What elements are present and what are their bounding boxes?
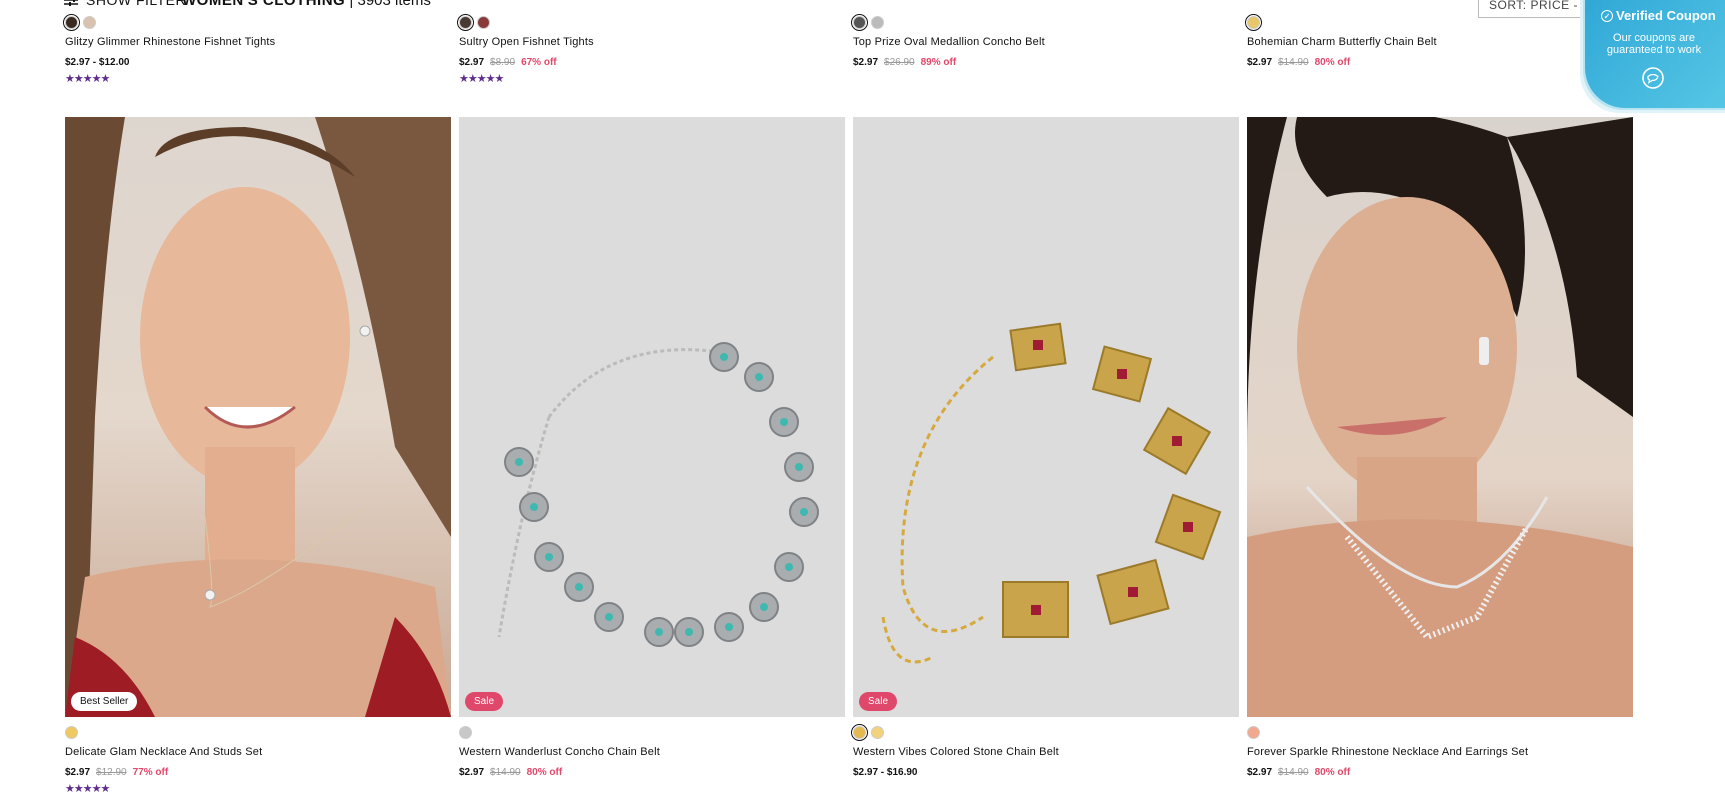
- color-swatches: [457, 14, 845, 31]
- product-name[interactable]: Western Vibes Colored Stone Chain Belt: [853, 746, 1239, 758]
- sale-badge: Sale: [465, 692, 504, 711]
- product-card[interactable]: Western Wanderlust Concho Chain Belt $2.…: [459, 726, 845, 778]
- color-swatch[interactable]: [83, 16, 96, 29]
- model-necklace-photo: [65, 117, 451, 717]
- product-name[interactable]: Top Prize Oval Medallion Concho Belt: [853, 36, 1239, 48]
- color-swatches: [851, 724, 1239, 741]
- color-swatches: [65, 726, 451, 740]
- product-card[interactable]: Bohemian Charm Butterfly Chain Belt $2.9…: [1245, 14, 1633, 68]
- color-swatch[interactable]: [457, 14, 474, 31]
- price-row: $2.97 $26.90 89% off: [853, 57, 1239, 68]
- discount-percent: 89% off: [920, 57, 957, 68]
- color-swatches: [63, 14, 451, 31]
- product-price: $2.97 - $12.00: [65, 57, 130, 68]
- original-price: $8.90: [490, 57, 516, 68]
- product-name[interactable]: Glitzy Glimmer Rhinestone Fishnet Tights: [65, 36, 451, 48]
- product-price: $2.97: [1247, 767, 1273, 778]
- product-image[interactable]: Best Seller: [65, 117, 451, 717]
- discount-percent: 80% off: [1314, 57, 1351, 68]
- discount-percent: 67% off: [521, 57, 557, 68]
- color-swatch[interactable]: [477, 16, 490, 29]
- item-count: 3903 items: [357, 0, 431, 9]
- product-name[interactable]: Delicate Glam Necklace And Studs Set: [65, 746, 451, 758]
- product-price: $2.97: [65, 767, 91, 778]
- star-rating: ★★★★★: [65, 783, 110, 795]
- model-rhinestone-necklace-photo: [1247, 117, 1633, 717]
- color-swatch[interactable]: [871, 16, 884, 29]
- coupon-subtitle: Our coupons are guaranteed to work: [1606, 32, 1702, 56]
- product-price: $2.97 - $16.90: [853, 767, 918, 778]
- toolbar: SHOW FILTER WOMEN'S CLOTHING | 3903 item…: [0, 0, 1725, 18]
- discount-percent: 77% off: [132, 767, 169, 778]
- discount-percent: 80% off: [526, 767, 563, 778]
- color-swatches: [1247, 726, 1633, 740]
- product-card[interactable]: Forever Sparkle Rhinestone Necklace And …: [1247, 726, 1633, 778]
- price-row: $2.97 - $12.00: [65, 57, 451, 68]
- coupon-title-text: Verified Coupon: [1616, 8, 1716, 23]
- color-swatch[interactable]: [1245, 14, 1262, 31]
- coupon-title: ✓ Verified Coupon: [1601, 8, 1716, 23]
- price-row: $2.97 $14.90 80% off: [459, 767, 845, 778]
- color-swatches: [459, 726, 845, 740]
- product-card[interactable]: Delicate Glam Necklace And Studs Set $2.…: [65, 726, 451, 795]
- color-swatch[interactable]: [851, 724, 868, 741]
- product-image[interactable]: Sale: [459, 117, 845, 717]
- price-row: $2.97 $14.90 80% off: [1247, 767, 1633, 778]
- stone-chain-belt-photo: [881, 322, 1222, 664]
- price-row: $2.97 $14.90 80% off: [1247, 57, 1633, 68]
- category-title: WOMEN'S CLOTHING: [182, 0, 346, 9]
- color-swatches: [1245, 14, 1633, 31]
- check-circle-icon: ✓: [1601, 10, 1613, 22]
- product-card[interactable]: Top Prize Oval Medallion Concho Belt $2.…: [851, 14, 1239, 68]
- title-separator: |: [349, 0, 354, 9]
- best-seller-badge: Best Seller: [71, 692, 138, 711]
- product-image[interactable]: Sale: [853, 117, 1239, 717]
- star-rating: ★★★★★: [65, 73, 110, 85]
- original-price: $26.90: [884, 57, 915, 68]
- sale-badge: Sale: [859, 692, 898, 711]
- concho-chain-belt-photo: [497, 342, 819, 647]
- original-price: $14.90: [1278, 57, 1309, 68]
- show-filter-button[interactable]: SHOW FILTER: [64, 0, 186, 8]
- product-price: $2.97: [853, 57, 879, 68]
- original-price: $14.90: [490, 767, 521, 778]
- color-swatch[interactable]: [851, 14, 868, 31]
- product-card[interactable]: Sultry Open Fishnet Tights $2.97 $8.90 6…: [457, 14, 845, 85]
- product-name[interactable]: Bohemian Charm Butterfly Chain Belt: [1247, 36, 1633, 48]
- product-price: $2.97: [459, 57, 485, 68]
- product-price: $2.97: [459, 767, 485, 778]
- color-swatches: [851, 14, 1239, 31]
- category-heading: WOMEN'S CLOTHING | 3903 items: [182, 0, 431, 9]
- product-name[interactable]: Forever Sparkle Rhinestone Necklace And …: [1247, 746, 1633, 758]
- product-price: $2.97: [1247, 57, 1273, 68]
- price-row: $2.97 $8.90 67% off: [459, 57, 845, 68]
- price-row: $2.97 - $16.90: [853, 767, 1239, 778]
- product-card[interactable]: Glitzy Glimmer Rhinestone Fishnet Tights…: [63, 14, 451, 85]
- product-name[interactable]: Sultry Open Fishnet Tights: [459, 36, 845, 48]
- original-price: $12.90: [96, 767, 127, 778]
- discount-percent: 80% off: [1314, 767, 1351, 778]
- star-rating: ★★★★★: [459, 73, 504, 85]
- product-card[interactable]: Western Vibes Colored Stone Chain Belt $…: [851, 724, 1239, 778]
- color-swatch[interactable]: [871, 726, 884, 739]
- show-filter-label: SHOW FILTER: [86, 0, 187, 8]
- color-swatch[interactable]: [1247, 726, 1260, 739]
- original-price: $14.90: [1278, 767, 1309, 778]
- product-image[interactable]: [1247, 117, 1633, 717]
- price-row: $2.97 $12.90 77% off: [65, 767, 451, 778]
- verified-coupon-widget[interactable]: ✓ Verified Coupon Our coupons are guarant…: [1585, 0, 1725, 108]
- filter-sliders-icon: [64, 0, 78, 6]
- color-swatch[interactable]: [65, 726, 78, 739]
- chat-icon[interactable]: [1641, 66, 1665, 90]
- product-name[interactable]: Western Wanderlust Concho Chain Belt: [459, 746, 845, 758]
- color-swatch[interactable]: [459, 726, 472, 739]
- color-swatch[interactable]: [63, 14, 80, 31]
